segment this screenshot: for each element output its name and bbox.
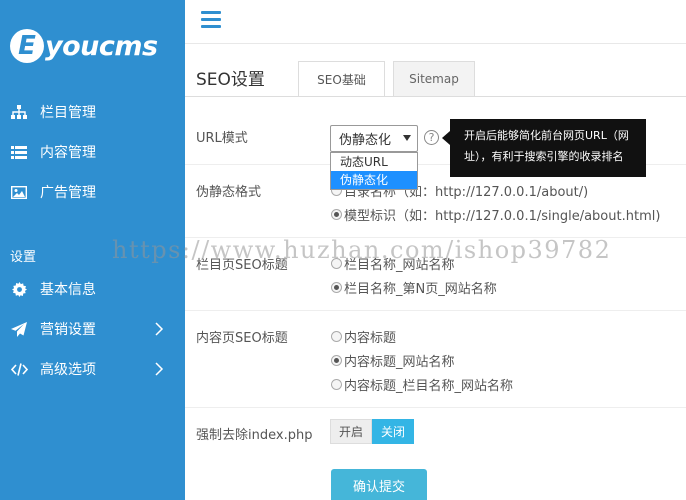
radio-button: [331, 379, 342, 390]
sidebar-item-content[interactable]: 内容管理: [0, 132, 185, 172]
url-mode-dropdown: 动态URL 伪静态化: [330, 152, 418, 190]
toggle-off-button[interactable]: 关闭: [372, 419, 414, 444]
radio-label: 模型标识（如：http://127.0.0.1/single/about.htm…: [344, 209, 661, 224]
tab-seo-basic[interactable]: SEO基础: [298, 61, 385, 97]
content-seo-title-label: 内容页SEO标题: [196, 331, 288, 346]
radio-button: [331, 331, 342, 342]
watermark-text: https://www.huzhan.com/ishop39782: [112, 236, 612, 264]
url-mode-select[interactable]: 伪静态化: [330, 125, 418, 152]
sidebar-item-columns[interactable]: 栏目管理: [0, 92, 185, 132]
gear-icon: [10, 280, 28, 298]
list-seo-title-option-2[interactable]: 栏目名称_第N页_网站名称: [331, 278, 497, 297]
menu-toggle-icon[interactable]: [201, 11, 223, 29]
image-icon: [10, 183, 28, 201]
radio-label: 内容标题_栏目名称_网站名称: [344, 379, 514, 394]
list-icon: [10, 143, 28, 161]
row-divider: [185, 407, 686, 408]
radio-button: [331, 355, 342, 366]
radio-button: [331, 282, 342, 293]
sidebar-item-marketing[interactable]: 营销设置: [0, 309, 185, 349]
url-mode-option-dynamic[interactable]: 动态URL: [331, 153, 417, 171]
sidebar-item-label: 内容管理: [40, 145, 96, 161]
sidebar-item-advanced[interactable]: 高级选项: [0, 349, 185, 389]
url-mode-option-pseudo-static[interactable]: 伪静态化: [331, 171, 417, 189]
pseudo-format-option-model[interactable]: 模型标识（如：http://127.0.0.1/single/about.htm…: [331, 205, 660, 224]
chevron-right-icon: [155, 362, 164, 376]
tab-divider: [185, 96, 686, 97]
sidebar-section-title: 设置: [10, 250, 37, 265]
logo-mark: E: [10, 29, 44, 63]
radio-label: 栏目名称_第N页_网站名称: [344, 282, 497, 297]
radio-button: [331, 209, 342, 220]
radio-label: 内容标题: [344, 331, 397, 346]
pseudo-format-label: 伪静态格式: [196, 185, 262, 200]
content-seo-title-option-1[interactable]: 内容标题: [331, 327, 396, 346]
help-icon[interactable]: ?: [424, 130, 439, 145]
row-divider: [185, 310, 686, 311]
submit-button[interactable]: 确认提交: [331, 469, 427, 500]
caret-down-icon: [403, 135, 411, 141]
url-mode-tooltip: 开启后能够简化前台网页URL（网址），有利于搜索引擎的收录排名: [442, 119, 646, 177]
sitemap-icon: [10, 103, 28, 121]
remove-index-label: 强制去除index.php: [196, 428, 313, 443]
logo[interactable]: E youcms: [10, 26, 158, 66]
toggle-on-button[interactable]: 开启: [330, 419, 372, 444]
sidebar-item-label: 基本信息: [40, 282, 96, 298]
page-title: SEO设置: [196, 70, 265, 90]
code-icon: [10, 360, 28, 378]
topbar: [185, 0, 686, 44]
radio-label: 内容标题_网站名称: [344, 355, 455, 370]
url-mode-label: URL模式: [196, 131, 248, 146]
sidebar-item-label: 营销设置: [40, 322, 96, 338]
sidebar-item-ads[interactable]: 广告管理: [0, 172, 185, 212]
sidebar-item-basic-info[interactable]: 基本信息: [0, 269, 185, 309]
logo-text: youcms: [45, 30, 158, 62]
chevron-right-icon: [155, 322, 164, 336]
content-seo-title-option-2[interactable]: 内容标题_网站名称: [331, 351, 455, 370]
url-mode-selected-value: 伪静态化: [339, 133, 392, 148]
sidebar-item-label: 栏目管理: [40, 105, 96, 121]
tab-sitemap[interactable]: Sitemap: [393, 61, 475, 97]
content-seo-title-option-3[interactable]: 内容标题_栏目名称_网站名称: [331, 375, 513, 394]
sidebar-item-label: 高级选项: [40, 362, 96, 378]
send-icon: [10, 320, 28, 338]
sidebar-item-label: 广告管理: [40, 185, 96, 201]
main-panel: SEO设置 SEO基础 Sitemap URL模式 伪静态化 动态URL 伪静态…: [185, 44, 686, 500]
remove-index-toggle: 开启 关闭: [330, 419, 414, 444]
tab-bar: SEO基础 Sitemap: [298, 61, 483, 97]
